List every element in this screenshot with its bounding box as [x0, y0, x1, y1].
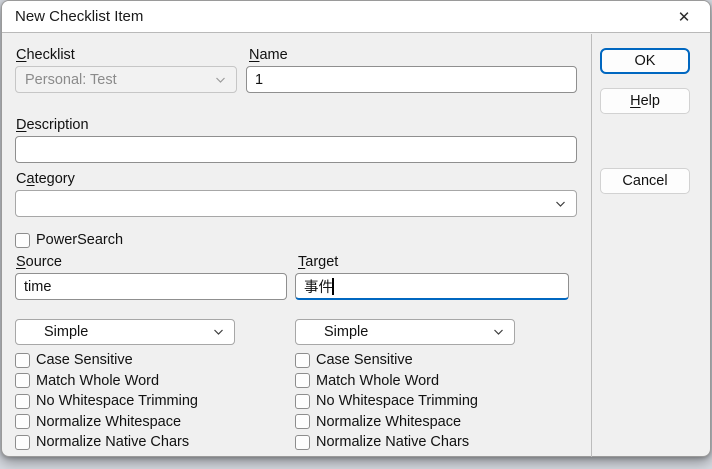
text-caret: [332, 278, 334, 295]
checkbox-label: Case Sensitive: [36, 352, 133, 368]
cancel-button[interactable]: Cancel: [600, 168, 690, 194]
checkbox-label: No Whitespace Trimming: [36, 393, 198, 409]
target-normalize-whitespace-row[interactable]: Normalize Whitespace: [295, 414, 478, 430]
target-input[interactable]: [295, 273, 569, 300]
source-no-whitespace-trimming-row[interactable]: No Whitespace Trimming: [15, 393, 198, 409]
name-input[interactable]: [246, 66, 577, 93]
target-case-sensitive-row[interactable]: Case Sensitive: [295, 352, 478, 368]
chevron-down-icon: [554, 197, 567, 210]
target-match-mode-value: Simple: [296, 324, 368, 340]
target-case-sensitive-checkbox[interactable]: [295, 353, 310, 368]
help-button-label: Help: [630, 93, 660, 109]
target-no-whitespace-trimming-row[interactable]: No Whitespace Trimming: [295, 393, 478, 409]
powersearch-checkbox-row[interactable]: PowerSearch: [15, 232, 123, 248]
target-normalize-whitespace-checkbox[interactable]: [295, 414, 310, 429]
checkbox-label: Normalize Native Chars: [316, 434, 469, 450]
target-match-whole-word-checkbox[interactable]: [295, 373, 310, 388]
titlebar: New Checklist Item ✕: [2, 1, 710, 33]
target-normalize-native-chars-row[interactable]: Normalize Native Chars: [295, 434, 478, 450]
source-normalize-native-chars-checkbox[interactable]: [15, 435, 30, 450]
source-case-sensitive-row[interactable]: Case Sensitive: [15, 352, 198, 368]
checkbox-label: No Whitespace Trimming: [316, 393, 478, 409]
cancel-button-label: Cancel: [622, 173, 667, 189]
checkbox-label: Match Whole Word: [36, 373, 159, 389]
checkbox-label: Normalize Whitespace: [316, 414, 461, 430]
description-label: Description: [16, 117, 89, 134]
target-normalize-native-chars-checkbox[interactable]: [295, 435, 310, 450]
ok-button[interactable]: OK: [600, 48, 690, 74]
source-normalize-whitespace-row[interactable]: Normalize Whitespace: [15, 414, 198, 430]
help-button[interactable]: Help: [600, 88, 690, 114]
target-options-column: Case Sensitive Match Whole Word No White…: [295, 352, 478, 455]
source-input[interactable]: [15, 273, 287, 300]
chevron-down-icon: [492, 326, 505, 339]
chevron-down-icon: [214, 73, 227, 86]
checkbox-label: Match Whole Word: [316, 373, 439, 389]
source-normalize-native-chars-row[interactable]: Normalize Native Chars: [15, 434, 198, 450]
source-normalize-whitespace-checkbox[interactable]: [15, 414, 30, 429]
target-label: Target: [298, 254, 338, 271]
powersearch-checkbox[interactable]: [15, 233, 30, 248]
source-match-whole-word-row[interactable]: Match Whole Word: [15, 373, 198, 389]
checklist-select: Personal: Test: [15, 66, 237, 93]
source-no-whitespace-trimming-checkbox[interactable]: [15, 394, 30, 409]
target-no-whitespace-trimming-checkbox[interactable]: [295, 394, 310, 409]
panel-divider: [591, 34, 592, 457]
new-checklist-item-dialog: New Checklist Item ✕ Checklist Personal:…: [1, 0, 711, 457]
checkbox-label: Case Sensitive: [316, 352, 413, 368]
source-match-whole-word-checkbox[interactable]: [15, 373, 30, 388]
category-select[interactable]: [15, 190, 577, 217]
name-label: Name: [249, 47, 288, 64]
source-match-mode-select[interactable]: Simple: [15, 319, 235, 345]
category-label: Category: [16, 171, 75, 188]
description-input[interactable]: [15, 136, 577, 163]
close-icon: ✕: [678, 8, 691, 26]
target-match-whole-word-row[interactable]: Match Whole Word: [295, 373, 478, 389]
source-options-column: Case Sensitive Match Whole Word No White…: [15, 352, 198, 455]
checkbox-label: Normalize Whitespace: [36, 414, 181, 430]
checklist-label: Checklist: [16, 47, 75, 64]
powersearch-label: PowerSearch: [36, 232, 123, 248]
window-title: New Checklist Item: [2, 8, 143, 25]
source-match-mode-value: Simple: [16, 324, 88, 340]
source-case-sensitive-checkbox[interactable]: [15, 353, 30, 368]
close-button[interactable]: ✕: [667, 5, 701, 29]
ok-button-label: OK: [635, 53, 656, 69]
checklist-selected-value: Personal: Test: [16, 72, 117, 88]
target-match-mode-select[interactable]: Simple: [295, 319, 515, 345]
source-label: Source: [16, 254, 62, 271]
checkbox-label: Normalize Native Chars: [36, 434, 189, 450]
chevron-down-icon: [212, 326, 225, 339]
